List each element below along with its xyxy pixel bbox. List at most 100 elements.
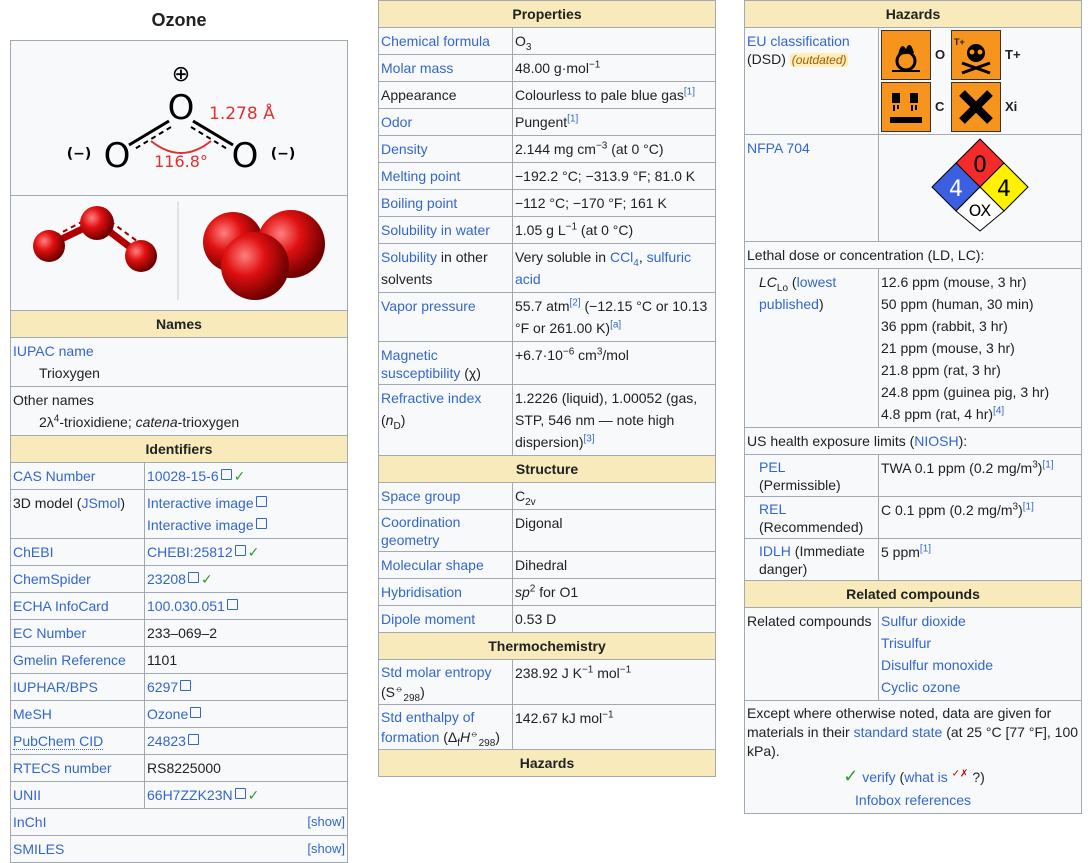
- corrosive-icon: [881, 82, 931, 132]
- iuphar-value[interactable]: 6297: [147, 679, 191, 695]
- jsmol-link[interactable]: JSmol: [81, 495, 120, 511]
- chemical-formula-link[interactable]: Chemical formula: [381, 33, 490, 49]
- bond-length-label: 1.278 Å: [209, 102, 275, 124]
- ec-number-value: 233–069–2: [147, 625, 218, 641]
- gmelin-link[interactable]: Gmelin Reference: [13, 652, 126, 668]
- chebi-link[interactable]: ChEBI: [13, 544, 53, 560]
- identifier-row-cas: CAS Number 10028-15-6 ✓: [10, 462, 348, 490]
- molar-mass-link[interactable]: Molar mass: [381, 60, 453, 76]
- solubility-other-value: Very soluble in CCl4, sulfuric acid: [512, 243, 716, 293]
- pubchem-link[interactable]: PubChem CID: [13, 733, 104, 750]
- atom-o-center: O: [168, 88, 195, 128]
- vapor-pressure-link[interactable]: Vapor pressure: [381, 298, 476, 314]
- std-molar-entropy-value: 238.92 J K−1 mol−1: [512, 659, 716, 705]
- interactive-image-link-1[interactable]: Interactive image: [147, 495, 267, 511]
- rtecs-link[interactable]: RTECS number: [13, 760, 112, 776]
- magnetic-susceptibility-link[interactable]: Magnetic susceptibility: [381, 347, 460, 381]
- echa-value[interactable]: 100.030.051: [147, 598, 238, 614]
- trisulfur-link[interactable]: Trisulfur: [881, 632, 1079, 654]
- unii-value[interactable]: 66H7ZZK23N: [147, 787, 246, 803]
- mesh-link[interactable]: MeSH: [13, 706, 52, 722]
- infobox-references-link[interactable]: Infobox references: [855, 792, 971, 808]
- coordination-geometry-link[interactable]: Coordination geometry: [381, 514, 460, 548]
- chebi-value[interactable]: CHEBI:25812: [147, 544, 246, 560]
- ccl4-link[interactable]: CCl4: [610, 249, 639, 268]
- odor-link[interactable]: Odor: [381, 114, 412, 130]
- infobox-properties: Properties Chemical formula O3 Molar mass…: [378, 0, 716, 777]
- molecular-shape-link[interactable]: Molecular shape: [381, 557, 484, 573]
- inchi-show-toggle[interactable]: [show]: [307, 811, 345, 833]
- niosh-link[interactable]: NIOSH: [914, 433, 958, 449]
- inchi-link[interactable]: InChI: [13, 814, 46, 830]
- ref-link[interactable]: [1]: [1023, 501, 1034, 512]
- iupac-name-link[interactable]: IUPAC name: [13, 343, 94, 359]
- ref-link[interactable]: [1]: [684, 86, 695, 97]
- infobox-table-3: Hazards EU classification (DSD) (outdated…: [744, 0, 1082, 814]
- idlh-link[interactable]: IDLH: [759, 543, 791, 559]
- identifier-row-iuphar: IUPHAR/BPS 6297: [10, 673, 348, 701]
- ref-link[interactable]: [4]: [993, 405, 1004, 416]
- cas-number-value[interactable]: 10028-15-6: [147, 468, 232, 484]
- unii-link[interactable]: UNII: [13, 787, 41, 803]
- refractive-index-link[interactable]: Refractive index: [381, 390, 481, 406]
- standard-state-link[interactable]: standard state: [854, 724, 943, 740]
- smiles-link[interactable]: SMILES: [13, 841, 64, 857]
- echa-link[interactable]: ECHA InfoCard: [13, 598, 109, 614]
- iupac-name-row: IUPAC name Trioxygen: [10, 337, 348, 387]
- pel-link[interactable]: PEL: [759, 459, 785, 475]
- iuphar-link[interactable]: IUPHAR/BPS: [13, 679, 98, 695]
- what-is-link[interactable]: what is: [904, 769, 948, 785]
- smiles-show-toggle[interactable]: [show]: [307, 838, 345, 860]
- space-group-link[interactable]: Space group: [381, 488, 460, 504]
- identifier-row-ec: EC Number 233–069–2: [10, 619, 348, 647]
- irritant-icon: [951, 82, 1001, 132]
- smiles-row: SMILES [show]: [10, 835, 348, 863]
- nfpa-704-link[interactable]: NFPA 704: [747, 140, 810, 156]
- us-exposure-header: US health exposure limits (NIOSH):: [744, 427, 1082, 455]
- density-value: 2.144 mg cm−3 (at 0 °C): [512, 135, 716, 163]
- density-link[interactable]: Density: [381, 141, 428, 157]
- structure-diagram-cell: ⊕ O O O (−) (−) 1.278 Å 116.8°: [10, 40, 348, 196]
- pubchem-value[interactable]: 24823: [147, 733, 199, 749]
- melting-point-link[interactable]: Melting point: [381, 168, 460, 184]
- std-molar-entropy-link[interactable]: Std molar entropy: [381, 664, 492, 680]
- interactive-image-link-2[interactable]: Interactive image: [147, 517, 267, 533]
- dipole-moment-link[interactable]: Dipole moment: [381, 611, 475, 627]
- identifier-row-unii: UNII 66H7ZZK23N ✓: [10, 781, 348, 809]
- note-link[interactable]: [a]: [610, 319, 621, 330]
- solubility-link[interactable]: Solubility: [381, 249, 437, 265]
- iupac-name-value: Trioxygen: [39, 365, 100, 381]
- positive-charge: ⊕: [172, 62, 190, 87]
- oxidizing-icon: [881, 30, 931, 80]
- mesh-value[interactable]: Ozone: [147, 706, 201, 722]
- disulfur-monoxide-link[interactable]: Disulfur monoxide: [881, 654, 1079, 676]
- infobox-ozone: Ozone ⊕ O O O (−) (−) 1.278 Å 116.8° Nam…: [10, 0, 348, 863]
- ref-link[interactable]: [1]: [1042, 459, 1053, 470]
- identifier-row-chemspider: ChemSpider 23208 ✓: [10, 565, 348, 593]
- lclo-label: LCLo (lowest published): [744, 268, 879, 428]
- solubility-water-link[interactable]: Solubility in water: [381, 222, 490, 238]
- cyclic-ozone-link[interactable]: Cyclic ozone: [881, 676, 1079, 698]
- sulfur-dioxide-link[interactable]: Sulfur dioxide: [881, 610, 1079, 632]
- ref-link[interactable]: [3]: [583, 433, 594, 444]
- boiling-point-link[interactable]: Boiling point: [381, 195, 457, 211]
- structure-header: Structure: [378, 455, 716, 483]
- nfpa-health: 4: [949, 177, 963, 202]
- ref-link[interactable]: [1]: [567, 113, 578, 124]
- molecular-shape-value: Dihedral: [512, 551, 716, 579]
- ref-link[interactable]: [1]: [920, 543, 931, 554]
- ec-number-link[interactable]: EC Number: [13, 625, 86, 641]
- rel-link[interactable]: REL: [759, 501, 786, 517]
- outdated-badge: (outdated): [789, 53, 849, 67]
- ball-and-stick-model: [33, 206, 157, 272]
- thermochemistry-header: Thermochemistry: [378, 632, 716, 660]
- eu-classification-link[interactable]: EU classification: [747, 33, 850, 49]
- verify-link[interactable]: verify: [862, 769, 895, 785]
- nfpa-diamond-icon[interactable]: 0 4 4 OX: [930, 137, 1030, 233]
- cas-number-link[interactable]: CAS Number: [13, 468, 95, 484]
- ref-link[interactable]: [2]: [569, 297, 580, 308]
- identifier-row-chebi: ChEBI CHEBI:25812 ✓: [10, 538, 348, 566]
- hybridisation-link[interactable]: Hybridisation: [381, 584, 462, 600]
- chemspider-value[interactable]: 23208: [147, 571, 199, 587]
- chemspider-link[interactable]: ChemSpider: [13, 571, 91, 587]
